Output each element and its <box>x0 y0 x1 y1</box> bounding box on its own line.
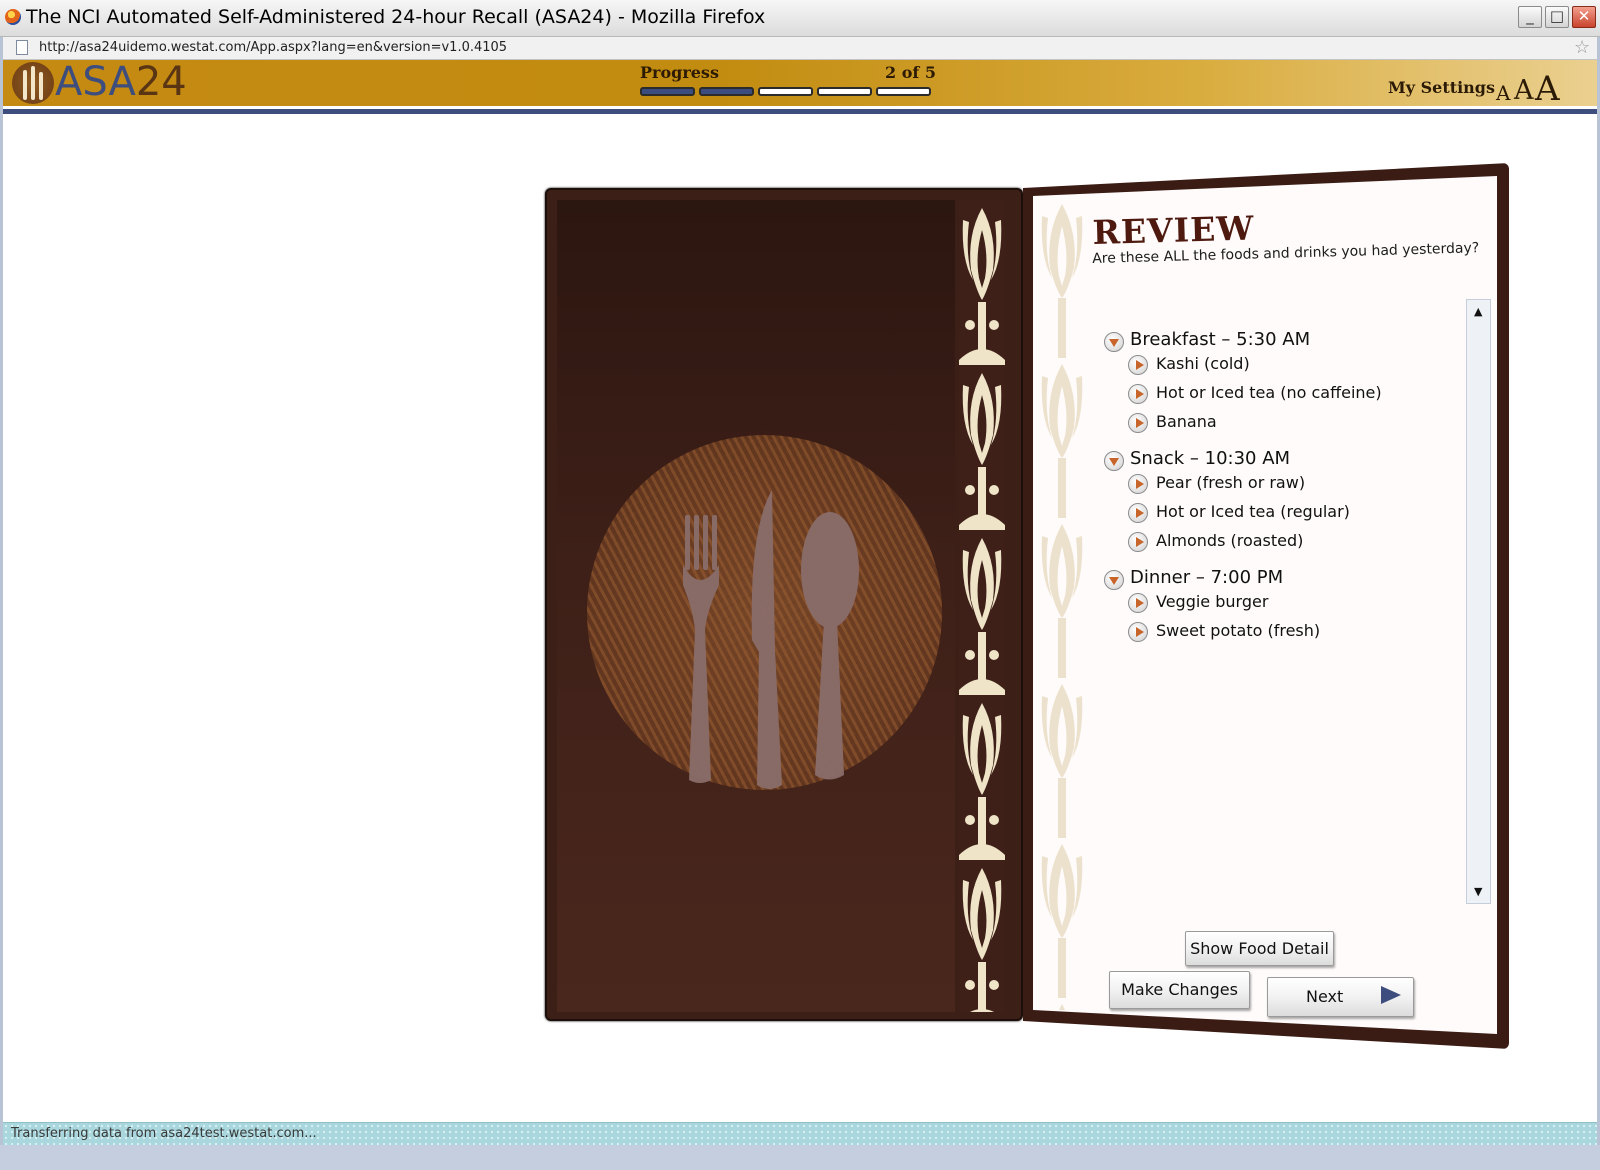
decorative-border <box>959 200 1005 1012</box>
progress-count: 2 of 5 <box>885 63 936 82</box>
meal-header[interactable]: Breakfast – 5:30 AM <box>1100 326 1310 352</box>
review-title: REVIEW <box>1092 208 1255 252</box>
window-bottom-edge <box>0 1145 1600 1170</box>
status-text: Transferring data from asa24test.westat.… <box>11 1126 317 1141</box>
menu-cover <box>545 188 1023 1021</box>
progress-segment <box>817 87 872 96</box>
expand-arrow-icon[interactable] <box>1128 384 1148 404</box>
show-food-detail-button[interactable]: Show Food Detail <box>1185 931 1334 966</box>
tulip-border-pattern <box>959 200 1005 1012</box>
my-settings-link[interactable]: My Settings <box>1388 78 1495 97</box>
collapse-arrow-icon[interactable] <box>1104 570 1124 590</box>
meal-group-snack: Snack – 10:30 AM Pear (fresh or raw) Hot… <box>1100 445 1350 558</box>
expand-arrow-icon[interactable] <box>1128 622 1148 642</box>
progress-segment <box>876 87 931 96</box>
utensils-logo-icon <box>12 62 54 104</box>
scroll-up-arrow-icon[interactable]: ▲ <box>1474 305 1482 318</box>
progress-segment <box>640 87 695 96</box>
bookmark-star-icon[interactable]: ☆ <box>1574 37 1590 58</box>
app-header: ASA24 Progress 2 of 5 My Settings A A A <box>3 60 1597 109</box>
food-label[interactable]: Kashi (cold) <box>1156 354 1250 373</box>
progress-segment <box>699 87 754 96</box>
logo-text-24: 24 <box>135 59 187 105</box>
app-logo: ASA24 <box>55 60 187 104</box>
firefox-icon <box>5 9 21 25</box>
font-size-large-button[interactable]: A <box>1535 69 1560 109</box>
meal-label[interactable]: Snack – 10:30 AM <box>1130 448 1290 469</box>
minimize-button[interactable]: _ <box>1518 6 1542 28</box>
progress-label: Progress <box>640 63 719 82</box>
address-bar[interactable]: http://asa24uidemo.westat.com/App.aspx?l… <box>3 37 1597 60</box>
title-bar: The NCI Automated Self-Administered 24-h… <box>0 0 1600 37</box>
next-arrow-icon <box>1381 986 1401 1004</box>
meal-header[interactable]: Snack – 10:30 AM <box>1100 445 1290 471</box>
font-size-medium-button[interactable]: A <box>1514 75 1534 106</box>
expand-arrow-icon[interactable] <box>1128 474 1148 494</box>
meal-group-dinner: Dinner – 7:00 PM Veggie burger Sweet pot… <box>1100 564 1320 648</box>
status-bar: Transferring data from asa24test.westat.… <box>3 1122 1597 1145</box>
expand-arrow-icon[interactable] <box>1128 413 1148 433</box>
food-label[interactable]: Sweet potato (fresh) <box>1156 621 1320 640</box>
font-size-small-button[interactable]: A <box>1496 81 1510 105</box>
progress-segment <box>758 87 813 96</box>
page-icon <box>16 40 28 55</box>
expand-arrow-icon[interactable] <box>1128 532 1148 552</box>
page-tulip-border <box>1038 198 1086 1010</box>
expand-arrow-icon[interactable] <box>1128 355 1148 375</box>
food-label[interactable]: Veggie burger <box>1156 592 1268 611</box>
expand-arrow-icon[interactable] <box>1128 503 1148 523</box>
food-label[interactable]: Hot or Iced tea (regular) <box>1156 502 1350 521</box>
maximize-button[interactable]: □ <box>1545 6 1569 28</box>
next-button-label: Next <box>1306 987 1344 1006</box>
menu-cover-background <box>557 200 955 1012</box>
logo-text-asa: ASA <box>55 59 136 105</box>
collapse-arrow-icon[interactable] <box>1104 451 1124 471</box>
expand-arrow-icon[interactable] <box>1128 593 1148 613</box>
scroll-down-arrow-icon[interactable]: ▼ <box>1474 885 1482 898</box>
food-label[interactable]: Pear (fresh or raw) <box>1156 473 1305 492</box>
url-text[interactable]: http://asa24uidemo.westat.com/App.aspx?l… <box>39 40 507 55</box>
window-title: The NCI Automated Self-Administered 24-h… <box>26 6 766 28</box>
header-accent-bar <box>3 109 1597 114</box>
meal-header[interactable]: Dinner – 7:00 PM <box>1100 564 1283 590</box>
make-changes-button[interactable]: Make Changes <box>1109 971 1250 1009</box>
food-label[interactable]: Almonds (roasted) <box>1156 531 1303 550</box>
meal-label[interactable]: Dinner – 7:00 PM <box>1130 567 1283 588</box>
next-button[interactable]: Next <box>1267 977 1414 1017</box>
cutlery-icon <box>683 490 859 789</box>
food-label[interactable]: Banana <box>1156 412 1217 431</box>
meal-group-breakfast: Breakfast – 5:30 AM Kashi (cold) Hot or … <box>1100 326 1382 439</box>
food-label[interactable]: Hot or Iced tea (no caffeine) <box>1156 383 1382 402</box>
collapse-arrow-icon[interactable] <box>1104 332 1124 352</box>
meal-label[interactable]: Breakfast – 5:30 AM <box>1130 329 1310 350</box>
food-list-scrollbar[interactable]: ▲ ▼ <box>1466 299 1491 904</box>
close-button[interactable]: ✕ <box>1572 6 1596 28</box>
